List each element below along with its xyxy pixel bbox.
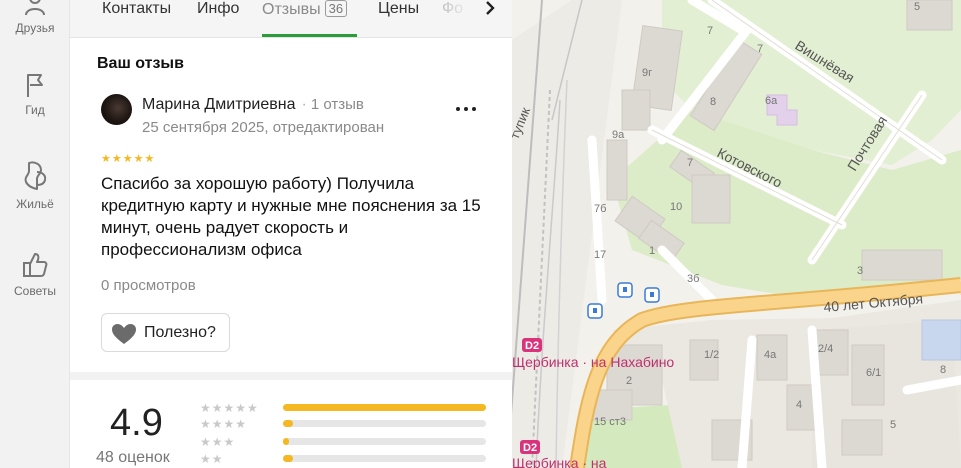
ratings-count: 48 оценок <box>96 449 170 466</box>
flag-icon <box>27 74 43 97</box>
rating-summary: 4.9 48 оценок ★★★★★★★★★★★★★★★ <box>70 372 512 468</box>
my-review-card: Ваш отзыв Марина Дмитриевна · 1 отзыв 25 с… <box>70 38 512 372</box>
average-rating: 4.9 <box>110 402 163 444</box>
station-name-2: Щербинка · на <box>512 455 607 468</box>
rail-label-housing: Жильё <box>16 197 54 211</box>
org-card-panel: Контакты Инфо Отзывы36 Цены Фо Ваш отзыв… <box>70 0 512 468</box>
house-number-label: 2 <box>626 375 632 387</box>
rating-bar-stars: ★★★★ <box>200 417 248 431</box>
review-stars: ★★★★★ <box>101 153 156 165</box>
tab-contacts-label: Контакты <box>102 0 172 17</box>
house-number-label: 4 <box>796 399 802 411</box>
heart-icon <box>112 324 136 344</box>
rating-bar-stars: ★★★ <box>200 435 236 449</box>
tab-info-label: Инфо <box>197 0 240 17</box>
house-number-label: 5 <box>890 419 896 431</box>
map-view[interactable]: D2 Щербинка · на Нахабино D2 Щербинка · … <box>512 0 961 468</box>
chevron-right-icon <box>486 1 495 15</box>
rating-bar-track <box>283 420 486 427</box>
station-name-1: Щербинка · на Нахабино <box>512 354 674 370</box>
rating-bar-row: ★★★ <box>200 435 490 449</box>
house-number-label: 15 ст3 <box>594 416 626 428</box>
active-tab-indicator <box>262 34 357 37</box>
author-separator: · <box>301 96 307 113</box>
station-badge-2: D2 <box>523 442 537 454</box>
tabs-next-button[interactable] <box>475 0 505 18</box>
rating-bar-row: ★★ <box>200 452 490 466</box>
reviews-count-badge: 36 <box>324 0 348 17</box>
rating-bar-row: ★★★★ <box>200 417 490 431</box>
review-date: 25 сентября 2025, отредактирован <box>142 119 385 136</box>
house-number-label: 3 <box>857 265 863 277</box>
rail-item-housing[interactable]: Жильё <box>0 160 70 211</box>
tab-reviews-label: Отзывы <box>262 1 321 18</box>
house-number-label: 9г <box>642 67 652 79</box>
section-title: Ваш отзыв <box>97 55 184 72</box>
house-number-label: 7 <box>757 43 763 55</box>
rail-item-friends[interactable]: Друзья <box>0 0 70 35</box>
rail-item-tips[interactable]: Советы <box>0 251 70 298</box>
house-number-label: 6а <box>765 95 778 107</box>
useful-label: Полезно? <box>144 324 216 341</box>
tab-bar: Контакты Инфо Отзывы36 Цены Фо <box>70 0 512 38</box>
thumbs-up-icon <box>23 253 48 277</box>
house-number-label: 10 <box>670 201 682 213</box>
rating-bar-row: ★★★★★ <box>200 401 490 415</box>
rating-bar-stars: ★★★★★ <box>200 401 259 415</box>
more-options-button[interactable] <box>452 98 480 118</box>
avatar[interactable] <box>101 94 132 125</box>
rail-label-friends: Друзья <box>15 21 55 35</box>
rating-bar-track <box>283 438 486 445</box>
house-number-label: 5 <box>914 1 920 13</box>
house-number-label: 7б <box>594 203 606 215</box>
rating-bar-track <box>283 404 486 411</box>
map-canvas[interactable]: D2 Щербинка · на Нахабино D2 Щербинка · … <box>512 0 961 468</box>
useful-button[interactable]: Полезно? <box>101 313 230 352</box>
review-author-line: Марина Дмитриевна · 1 отзыв <box>142 96 364 114</box>
rail-item-guide[interactable]: Гид <box>0 72 70 117</box>
house-number-label: 7 <box>687 157 693 169</box>
house-number-label: 9а <box>612 129 625 141</box>
rating-bar-stars: ★★ <box>200 452 224 466</box>
rail-label-tips: Советы <box>14 284 56 298</box>
house-number-label: 8 <box>940 364 946 376</box>
house-number-label: 2/4 <box>818 343 833 355</box>
review-text: Спасибо за хорошую работу) Получила кред… <box>101 174 481 259</box>
rating-bar-fill <box>283 420 294 427</box>
house-number-label: 6/1 <box>866 367 881 379</box>
house-number-label: 4а <box>764 349 777 361</box>
rating-bar-track <box>283 455 486 462</box>
views-count: 0 просмотров <box>101 277 196 294</box>
tab-prices-label: Цены <box>378 0 420 17</box>
rail-label-guide: Гид <box>25 103 45 117</box>
author-review-count: 1 отзыв <box>310 96 364 113</box>
house-number-label: 1/2 <box>704 349 719 361</box>
friends-icon <box>25 0 45 16</box>
house-number-label: 17 <box>594 249 606 261</box>
house-number-label: 3б <box>687 273 699 285</box>
rating-bar-fill <box>283 455 294 462</box>
house-number-label: 8 <box>710 96 716 108</box>
left-nav-rail: Друзья Гид Жильё Советы <box>0 0 70 468</box>
author-name[interactable]: Марина Дмитриевна <box>142 96 296 113</box>
housing-icon <box>24 161 47 190</box>
house-number-label: 7 <box>707 25 713 37</box>
house-number-label: 1 <box>649 245 655 257</box>
rating-bar-fill <box>283 438 290 445</box>
station-badge-1: D2 <box>525 340 539 352</box>
rating-bar-fill <box>283 404 486 411</box>
